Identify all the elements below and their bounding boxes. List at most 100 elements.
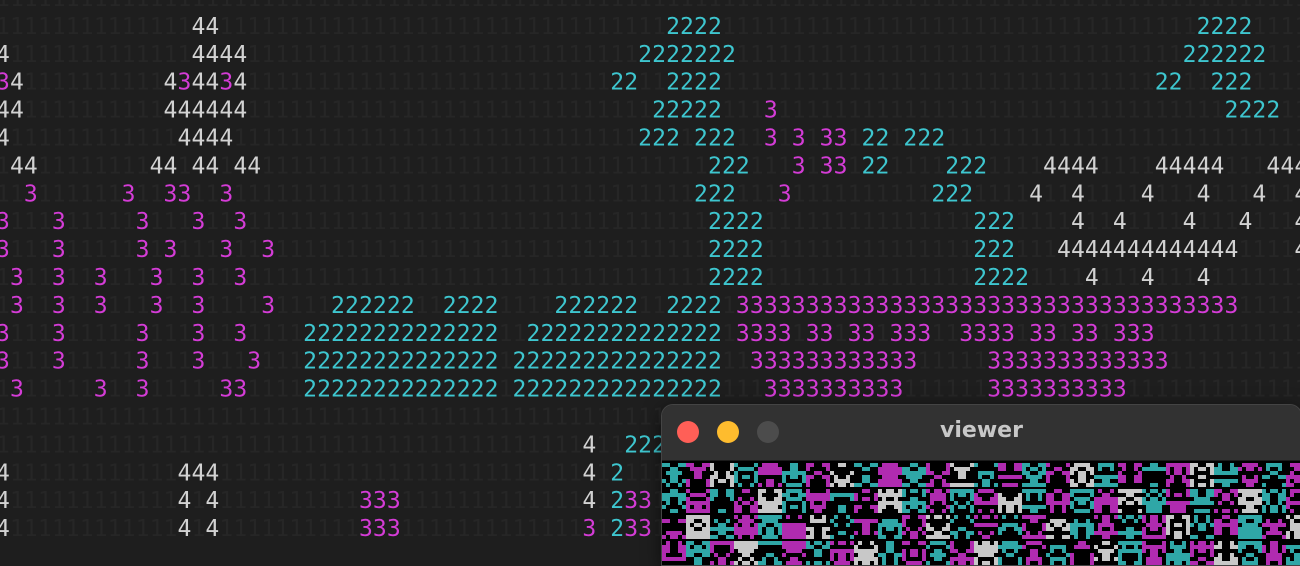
sprite-tile	[998, 515, 1022, 535]
sprite-tile	[662, 489, 686, 513]
sprite-tile	[782, 541, 806, 565]
sprite-tile	[926, 541, 950, 565]
sprite-tile	[1190, 489, 1214, 513]
sprite-tile	[974, 541, 998, 565]
sprite-tile	[806, 541, 830, 565]
sprite-tile	[1142, 515, 1166, 539]
viewer-titlebar[interactable]: viewer	[662, 405, 1300, 461]
sprite-tile	[1286, 515, 1300, 539]
sprite-tile	[1166, 515, 1190, 539]
sprite-tile	[758, 541, 782, 565]
sprite-tile	[902, 463, 926, 487]
sprite-tile	[710, 541, 734, 565]
terminal-row: 3411111111114344341111111111111111111111…	[0, 70, 1300, 96]
sprite-tile	[1238, 515, 1262, 539]
sprite-tile	[830, 515, 854, 539]
terminal-row: 1311311311131131131111111111111111111111…	[0, 265, 1300, 291]
sprite-tile	[758, 515, 782, 539]
viewer-title: viewer	[940, 418, 1023, 443]
sprite-tile	[710, 463, 734, 487]
sprite-tile	[974, 515, 998, 539]
terminal-row: 4411111111114444441111111111111111111111…	[0, 98, 1300, 124]
sprite-tile	[1238, 541, 1262, 565]
sprite-tile	[1262, 519, 1286, 539]
sprite-tile	[854, 541, 878, 565]
sprite-tile	[950, 541, 974, 565]
sprite-tile	[1142, 489, 1166, 513]
sprite-tile	[854, 519, 878, 535]
sprite-tile	[1166, 463, 1190, 487]
viewer-window[interactable]: viewer	[661, 404, 1300, 566]
sprite-tile	[782, 515, 806, 539]
sprite-tile	[950, 515, 974, 539]
sprite-tile	[1286, 545, 1300, 565]
sprite-tile	[926, 489, 950, 513]
sprite-tile	[1238, 489, 1262, 513]
sprite-tile	[1022, 489, 1046, 513]
sprite-tile	[1238, 463, 1262, 487]
sprite-tile	[1070, 489, 1094, 513]
sprite-tile	[854, 489, 878, 513]
sprite-tile	[710, 519, 734, 539]
sprite-tile	[686, 515, 710, 539]
terminal-row: 1111111111111111111111111111111111111111…	[0, 0, 1300, 12]
sprite-tile	[1046, 489, 1070, 513]
sprite-tile	[1118, 541, 1142, 565]
sprite-tile	[974, 463, 998, 487]
sprite-tile	[1022, 541, 1046, 565]
sprite-tile	[1046, 545, 1070, 565]
sprite-tile	[1070, 463, 1094, 487]
terminal-row: 1311111311311111331111222222222222221222…	[0, 377, 1300, 403]
sprite-tile	[1118, 515, 1142, 539]
sprite-tile	[1190, 515, 1214, 539]
sprite-tile	[1166, 489, 1190, 513]
sprite-tile	[1046, 519, 1070, 539]
sprite-tile	[1070, 541, 1094, 565]
sprite-tile	[1142, 541, 1166, 565]
sprite-tile	[998, 541, 1022, 565]
sprite-tile	[734, 515, 758, 539]
sprite-tile	[1214, 489, 1238, 513]
sprite-tile	[878, 541, 902, 565]
sprite-tile	[806, 515, 830, 539]
sprite-tile	[686, 489, 710, 513]
sprite-tile	[662, 541, 686, 561]
sprite-tile	[734, 489, 758, 513]
sprite-tile	[734, 541, 758, 565]
sprite-tile	[902, 515, 926, 539]
sprite-tile	[1286, 463, 1300, 487]
sprite-tile	[758, 489, 782, 513]
sprite-tile	[662, 463, 686, 487]
sprite-tile	[806, 463, 830, 487]
sprite-tile	[1214, 541, 1238, 565]
sprite-tile	[1022, 463, 1046, 487]
sprite-tile	[1094, 489, 1118, 513]
sprite-tile	[1118, 489, 1142, 513]
sprite-tile	[902, 489, 926, 513]
sprite-tile	[1166, 541, 1190, 565]
sprite-tile	[830, 463, 854, 487]
sprite-tile	[926, 515, 950, 539]
sprite-tile	[1070, 519, 1094, 539]
sprite-tile	[1094, 515, 1118, 539]
sprite-tile	[878, 489, 902, 513]
sprite-tile	[1214, 463, 1238, 487]
sprite-tile	[1094, 541, 1118, 561]
sprite-tile	[878, 463, 902, 487]
sprite-tile	[1262, 489, 1286, 513]
sprite-tile	[1094, 463, 1118, 487]
terminal-row: 4111111111111444411111111111111111111111…	[0, 126, 1300, 152]
sprite-tile	[1190, 463, 1214, 487]
sprite-tile	[902, 541, 926, 565]
terminal-row: 1131111113113311311111111111111111111111…	[0, 181, 1300, 207]
sprite-tile	[950, 489, 974, 513]
sprite-tile	[1022, 515, 1046, 539]
sprite-tile	[1286, 489, 1300, 513]
sprite-tile	[950, 463, 974, 487]
sprite-tile	[686, 541, 710, 565]
sprite-tile	[1214, 515, 1238, 535]
sprite-tile	[1118, 463, 1142, 483]
sprite-tile	[998, 493, 1022, 513]
sprite-tile	[806, 489, 830, 513]
terminal-row: 3111311111313111311311111111111111111111…	[0, 237, 1300, 263]
